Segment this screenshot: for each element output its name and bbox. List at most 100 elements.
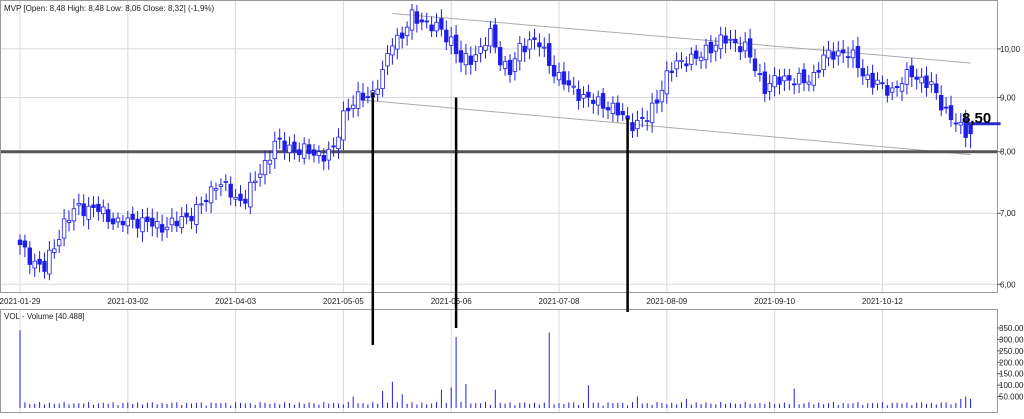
volume-tick-label: 200.000	[999, 358, 1024, 367]
candle-body	[547, 43, 552, 66]
date-label: 2021-06-06	[431, 297, 472, 306]
candle-body	[860, 68, 865, 77]
candle-body	[355, 91, 361, 109]
candle-body	[718, 34, 723, 50]
candle-body	[257, 173, 263, 178]
price-panel	[0, 0, 998, 293]
candle-body	[743, 41, 748, 52]
candle-body	[934, 83, 939, 94]
candle-body	[194, 204, 199, 225]
candle-body	[875, 79, 880, 85]
candle-body	[522, 45, 527, 53]
candle-body	[473, 54, 478, 62]
candle-body	[292, 141, 297, 152]
candle-body	[512, 58, 518, 72]
candle-body	[409, 9, 415, 31]
candle-body	[101, 206, 106, 215]
candle-body	[404, 26, 410, 36]
candle-body	[174, 220, 179, 227]
candle-body	[620, 110, 625, 116]
candle-body	[267, 159, 273, 165]
candle-body	[331, 145, 336, 148]
candle-body	[581, 94, 586, 99]
candle-body	[679, 59, 684, 62]
candle-body	[845, 56, 851, 59]
candle-body	[135, 218, 140, 229]
candle-body	[179, 216, 184, 228]
candle-body	[248, 181, 253, 208]
candle-body	[615, 102, 620, 116]
candle-body	[698, 56, 704, 62]
candle-body	[110, 218, 116, 225]
candle-body	[757, 73, 763, 75]
candle-body	[429, 24, 434, 32]
candle-body	[453, 34, 459, 55]
candle-body	[468, 55, 473, 65]
date-label: 2021-08-09	[646, 297, 687, 306]
candle-body	[47, 249, 52, 275]
candle-body	[659, 89, 665, 103]
candle-body	[767, 83, 772, 92]
candle-body	[532, 37, 537, 40]
candle-body	[125, 217, 130, 227]
candle-body	[272, 140, 277, 160]
candle-body	[630, 122, 635, 132]
candle-body	[610, 102, 616, 115]
price-tick-label: 9,00	[1000, 93, 1016, 102]
candle-body	[669, 70, 674, 73]
candle-body	[444, 29, 449, 43]
candle-body	[571, 85, 576, 88]
candle-body	[551, 64, 557, 77]
volume-tick-label: 100.000	[999, 381, 1024, 390]
candle-body	[228, 183, 233, 198]
volume-tick-label: 300.000	[999, 335, 1024, 344]
candle-body	[483, 44, 488, 51]
candle-body	[566, 80, 571, 86]
candle-body	[537, 42, 542, 48]
date-label: 2021-10-12	[862, 297, 903, 306]
candle-body	[238, 193, 243, 201]
volume-axis: 50.000 100.000 150.000 200.000 250.000 300.00…	[997, 324, 1024, 402]
candle-body	[542, 46, 547, 49]
candle-body	[507, 59, 513, 76]
candle-body	[159, 224, 165, 233]
candle-body	[424, 20, 429, 23]
candle-body	[37, 258, 42, 265]
candle-body	[649, 102, 655, 124]
date-label: 2021-04-03	[215, 297, 256, 306]
candle-body	[816, 69, 821, 73]
candle-body	[434, 21, 439, 32]
candle-body	[375, 88, 380, 95]
candle-body	[586, 91, 591, 98]
candle-body	[164, 226, 170, 231]
candle-body	[880, 82, 885, 85]
candle-body	[414, 11, 420, 24]
candle-body	[223, 181, 228, 183]
candle-body	[929, 81, 934, 85]
candle-body	[576, 88, 581, 102]
candle-body	[713, 44, 718, 52]
candle-body	[350, 104, 356, 109]
candle-body	[596, 96, 601, 106]
candle-body	[855, 46, 861, 69]
candle-body	[899, 83, 905, 92]
price-tick-label: 10,00	[1000, 45, 1021, 54]
candle-body	[218, 184, 224, 187]
candle-body	[801, 69, 807, 84]
candle-body	[120, 220, 126, 226]
candle-body	[390, 45, 395, 56]
candle-body	[796, 72, 802, 85]
candle-body	[747, 38, 753, 58]
candle-body	[154, 221, 160, 229]
candle-body	[909, 65, 914, 78]
candle-body	[233, 197, 238, 200]
candle-body	[645, 120, 650, 122]
candle-body	[336, 136, 341, 150]
candle-body	[733, 38, 738, 44]
candle-body	[169, 217, 175, 226]
candle-body	[885, 85, 890, 96]
candle-body	[277, 137, 282, 140]
candle-body	[635, 119, 640, 130]
date-label: 2021-07-08	[539, 297, 580, 306]
date-label: 2021-05-05	[323, 297, 364, 306]
